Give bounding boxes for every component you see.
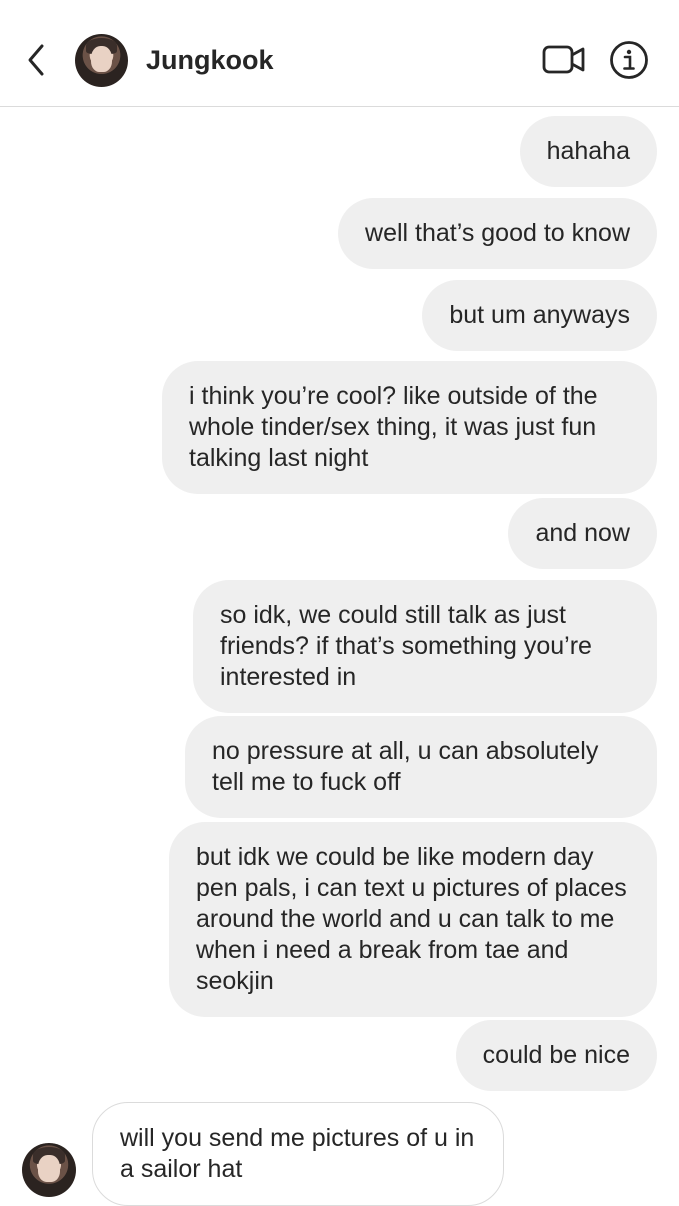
message-thread[interactable]: hahaha well that’s good to know but um a… xyxy=(0,107,679,1206)
message-bubble-sent[interactable]: no pressure at all, u can absolutely tel… xyxy=(185,716,657,818)
contact-name[interactable]: Jungkook xyxy=(146,45,274,76)
message-bubble-sent[interactable]: but idk we could be like modern day pen … xyxy=(169,822,657,1017)
message-bubble-received[interactable]: will you send me pictures of u in a sail… xyxy=(92,1102,504,1206)
message-bubble-sent[interactable]: could be nice xyxy=(455,1020,657,1091)
info-icon[interactable] xyxy=(609,40,649,80)
message-bubble-sent[interactable]: but um anyways xyxy=(422,280,657,351)
contact-avatar[interactable] xyxy=(75,34,128,87)
video-camera-icon[interactable] xyxy=(542,43,586,76)
message-bubble-sent[interactable]: i think you’re cool? like outside of the… xyxy=(162,361,657,494)
message-bubble-sent[interactable]: so idk, we could still talk as just frie… xyxy=(193,580,657,713)
message-bubble-sent[interactable]: and now xyxy=(508,498,657,569)
message-bubble-sent[interactable]: hahaha xyxy=(519,116,657,187)
chevron-left-icon[interactable] xyxy=(22,40,52,80)
message-bubble-sent[interactable]: well that’s good to know xyxy=(338,198,657,269)
sender-avatar[interactable] xyxy=(22,1143,76,1197)
chat-header: Jungkook xyxy=(0,0,679,107)
